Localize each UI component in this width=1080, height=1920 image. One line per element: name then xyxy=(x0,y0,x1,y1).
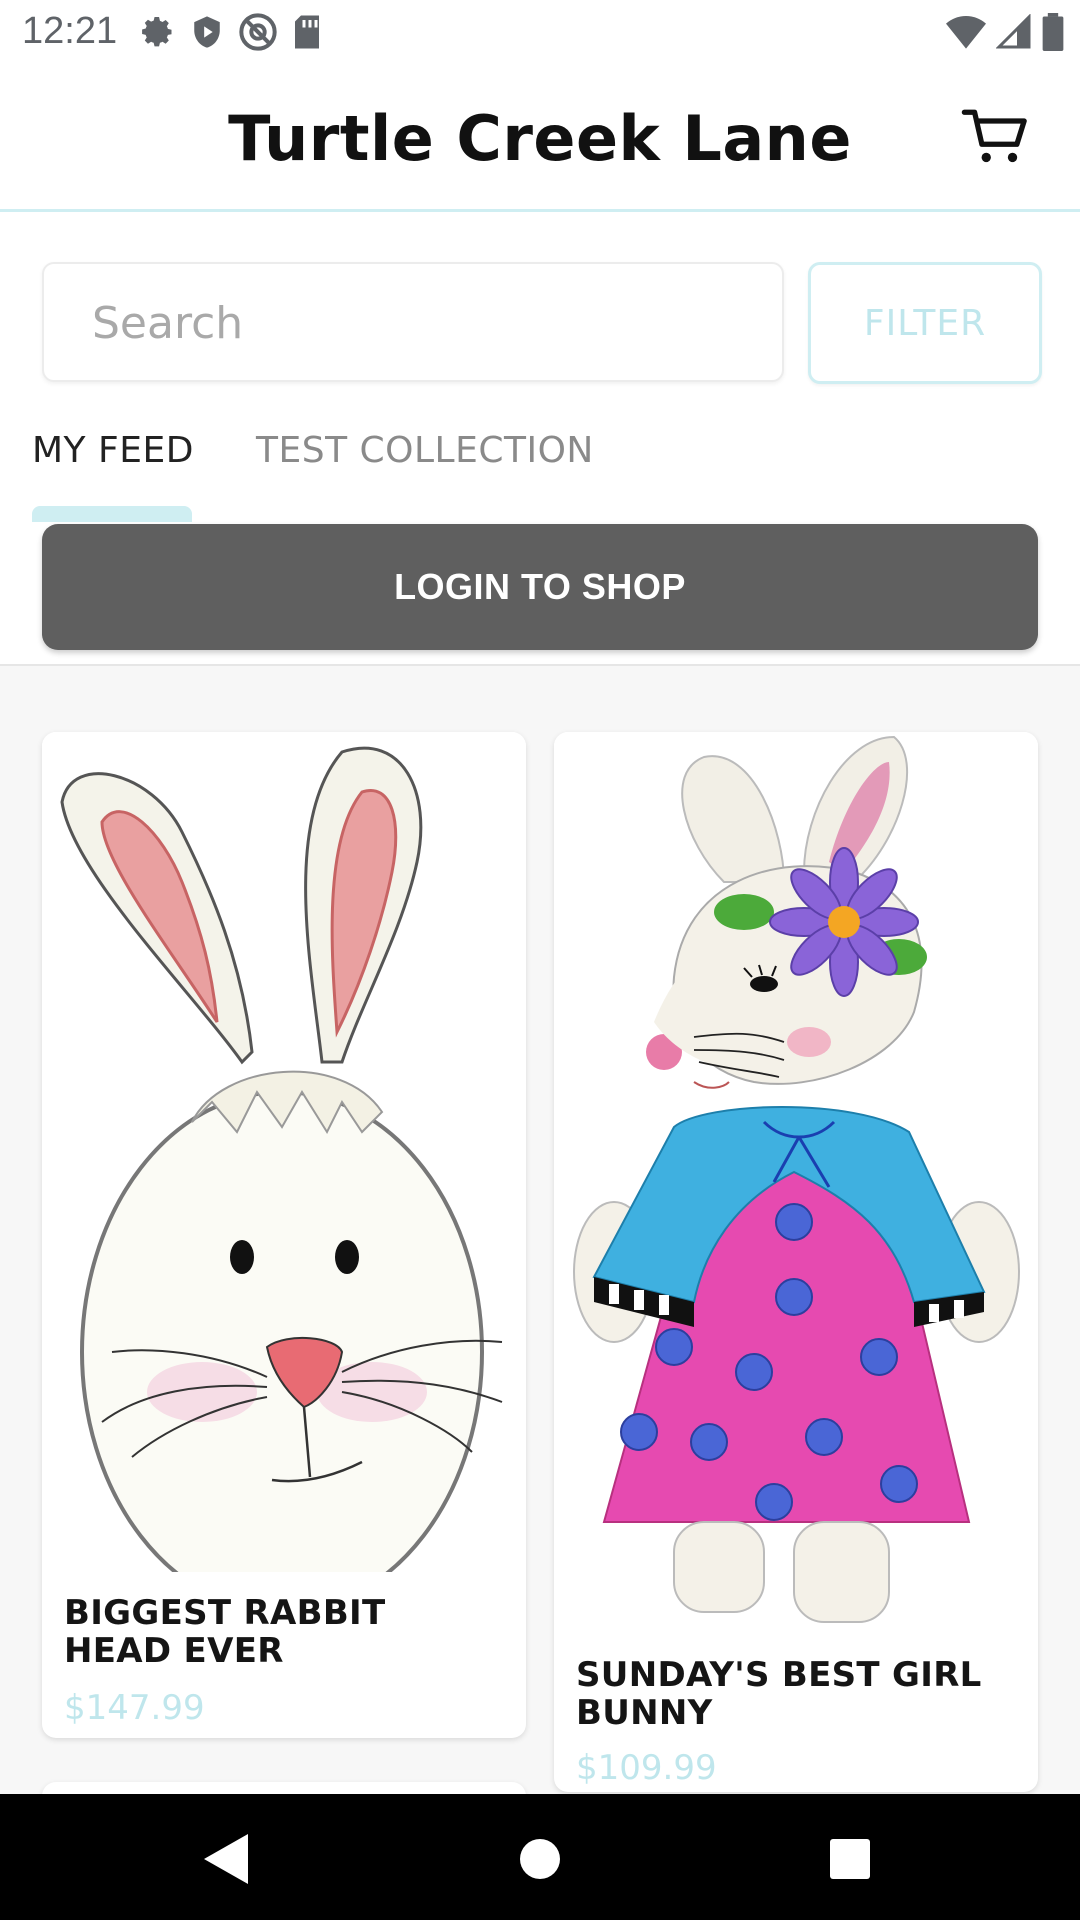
status-bar: 12:21 xyxy=(0,0,1080,64)
product-price: $147.99 xyxy=(64,1688,205,1728)
product-title: SUNDAY'S BEST GIRL BUNNY xyxy=(576,1655,982,1733)
filter-button[interactable]: FILTER xyxy=(808,262,1042,384)
status-icons-right xyxy=(946,12,1064,52)
product-card[interactable]: SUNDAY'S BEST GIRL BUNNY $109.99 xyxy=(554,732,1038,1792)
rabbit-head-image xyxy=(42,732,526,1572)
cart-icon xyxy=(961,109,1027,163)
sd-card-icon xyxy=(295,15,319,49)
status-icons-left xyxy=(140,12,322,52)
back-icon[interactable] xyxy=(190,1824,260,1894)
tab-indicator xyxy=(32,506,192,522)
at-sign-icon xyxy=(239,13,277,51)
girl-bunny-image xyxy=(554,732,1038,1632)
collection-tabs: MY FEED TEST COLLECTION xyxy=(0,430,1080,500)
wifi-icon xyxy=(946,16,986,49)
status-time: 12:21 xyxy=(22,10,118,52)
system-nav-bar xyxy=(0,1794,1080,1920)
battery-icon xyxy=(1042,13,1064,51)
home-icon[interactable] xyxy=(505,1824,575,1894)
product-card[interactable]: BIGGEST RABBIT HEAD EVER $147.99 xyxy=(42,732,526,1738)
search-input[interactable] xyxy=(90,292,734,354)
app-header: Turtle Creek Lane xyxy=(0,64,1080,212)
controls-section: FILTER MY FEED TEST COLLECTION LOGIN TO … xyxy=(0,212,1080,666)
tab-test-collection[interactable]: TEST COLLECTION xyxy=(256,430,594,471)
shield-play-icon xyxy=(194,16,220,48)
cart-button[interactable] xyxy=(960,102,1030,172)
product-title: BIGGEST RABBIT HEAD EVER xyxy=(64,1593,386,1671)
search-box[interactable] xyxy=(42,262,784,382)
recents-icon[interactable] xyxy=(815,1824,885,1894)
signal-icon xyxy=(996,14,1031,49)
store-title: Turtle Creek Lane xyxy=(228,102,852,175)
tab-my-feed[interactable]: MY FEED xyxy=(32,430,194,471)
login-to-shop-button[interactable]: LOGIN TO SHOP xyxy=(42,524,1038,650)
gear-icon xyxy=(142,17,172,47)
product-price: $109.99 xyxy=(576,1748,717,1788)
